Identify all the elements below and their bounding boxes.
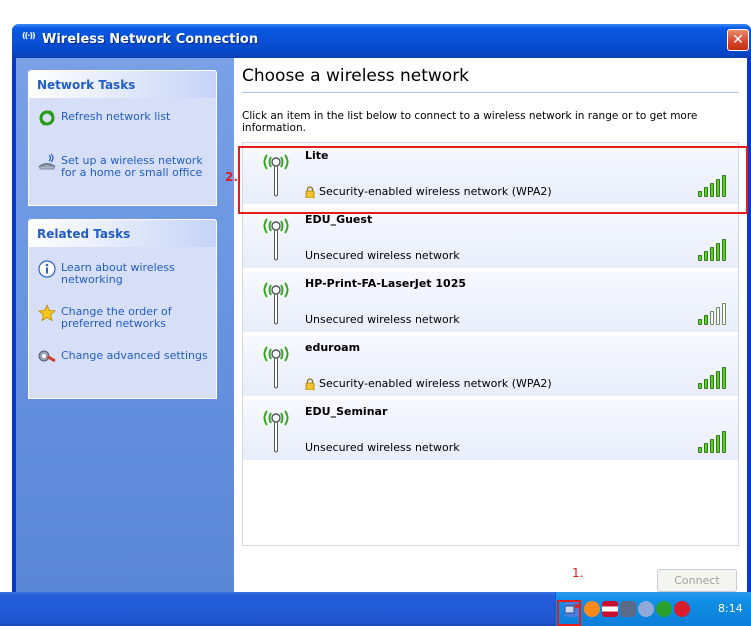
network-item[interactable]: HP-Print-FA-LaserJet 1025 Unsecured wirel… (243, 271, 738, 333)
signal-bar (722, 303, 726, 325)
security-tray-icon[interactable] (674, 601, 690, 617)
lock-icon (305, 375, 315, 391)
signal-bar (710, 375, 714, 389)
signal-bar (698, 447, 702, 453)
selected-network-highlight (238, 146, 748, 214)
wireless-network-icon (259, 213, 293, 263)
refresh-network-list-label: Refresh network list (61, 110, 171, 123)
step-1-annotation: 1. (572, 566, 584, 580)
setup-wireless-icon (37, 153, 57, 173)
network-ssid: EDU_Guest (305, 213, 373, 226)
signal-bar (698, 383, 702, 389)
signal-bar (710, 311, 714, 325)
system-tray: 8:14 (555, 592, 751, 626)
tray-icon-highlight (557, 600, 581, 626)
refresh-network-list-link[interactable]: Refresh network list (37, 109, 213, 141)
signal-bar (698, 319, 702, 325)
network-ssid: EDU_Seminar (305, 405, 388, 418)
signal-strength-icon (698, 303, 728, 325)
refresh-icon (37, 109, 57, 129)
network-tasks-panel: Network Tasks Refresh network list Set u… (28, 70, 217, 206)
settings-icon (37, 348, 57, 368)
related-tasks-header[interactable]: Related Tasks (29, 220, 216, 247)
network-security: Unsecured wireless network (305, 313, 460, 326)
avast-tray-icon[interactable] (584, 601, 600, 617)
clock[interactable]: 8:14 (718, 602, 743, 615)
close-icon: ✕ (732, 32, 744, 48)
network-item[interactable]: eduroam Security-enabled wireless networ… (243, 335, 738, 397)
related-tasks-panel: Related Tasks Learn about wireless netwo… (28, 219, 217, 399)
signal-strength-icon (698, 239, 728, 261)
signal-bar (716, 371, 720, 389)
window-title: Wireless Network Connection (42, 32, 259, 47)
network-tray-icon[interactable] (620, 601, 636, 617)
wireless-network-icon (259, 277, 293, 327)
title-bar[interactable]: ((·)) Wireless Network Connection ✕ (12, 24, 751, 58)
wireless-icon: ((·)) (22, 31, 36, 40)
network-security: Unsecured wireless network (305, 441, 460, 454)
signal-bar (722, 239, 726, 261)
screenshot: ((·)) Wireless Network Connection ✕ Netw… (0, 0, 751, 626)
signal-bar (704, 443, 708, 453)
task-pane: Network Tasks Refresh network list Set u… (16, 58, 234, 592)
wireless-network-window: ((·)) Wireless Network Connection ✕ Netw… (12, 24, 751, 592)
page-title: Choose a wireless network (242, 66, 470, 86)
signal-strength-icon (698, 431, 728, 453)
signal-bar (722, 367, 726, 389)
star-icon (37, 303, 57, 324)
setup-wireless-network-label: Set up a wireless network for a home or … (61, 154, 203, 179)
main-pane: Choose a wireless network Click an item … (234, 58, 747, 592)
learn-wireless-label: Learn about wireless networking (61, 261, 175, 286)
network-ssid: eduroam (305, 341, 361, 354)
close-button[interactable]: ✕ (727, 29, 749, 51)
update-tray-icon[interactable] (656, 601, 672, 617)
instructions-text: Click an item in the list below to conne… (242, 110, 698, 134)
window-client: Network Tasks Refresh network list Set u… (16, 58, 747, 592)
learn-wireless-link[interactable]: Learn about wireless networking (37, 260, 213, 292)
wireless-network-icon (259, 405, 293, 455)
signal-bar (722, 431, 726, 453)
signal-bar (704, 315, 708, 325)
signal-bar (704, 379, 708, 389)
signal-bar (704, 251, 708, 261)
network-security: Security-enabled wireless network (WPA2) (319, 377, 552, 390)
taskbar: 8:14 (0, 592, 751, 626)
network-security: Unsecured wireless network (305, 249, 460, 262)
signal-bar (698, 255, 702, 261)
sound-tray-icon[interactable] (638, 601, 654, 617)
change-order-link[interactable]: Change the order of preferred networks (37, 303, 213, 336)
network-item[interactable]: EDU_Guest Unsecured wireless network (243, 207, 738, 269)
signal-bar (716, 307, 720, 325)
network-item[interactable]: EDU_Seminar Unsecured wireless network (243, 399, 738, 461)
signal-bar (716, 435, 720, 453)
signal-strength-icon (698, 367, 728, 389)
change-advanced-settings-label: Change advanced settings (61, 349, 208, 362)
change-order-label: Change the order of preferred networks (61, 305, 172, 330)
network-tasks-header[interactable]: Network Tasks (29, 71, 216, 98)
step-2-annotation: 2. (225, 170, 238, 184)
change-advanced-settings-link[interactable]: Change advanced settings (37, 348, 213, 380)
wireless-network-icon (259, 341, 293, 391)
connect-button[interactable]: Connect (657, 569, 737, 592)
setup-wireless-network-link[interactable]: Set up a wireless network for a home or … (37, 153, 213, 185)
signal-bar (716, 243, 720, 261)
signal-bar (710, 247, 714, 261)
flag-tray-icon[interactable] (602, 601, 618, 617)
network-ssid: HP-Print-FA-LaserJet 1025 (305, 277, 467, 290)
info-icon (37, 260, 57, 280)
heading-divider (242, 92, 739, 93)
signal-bar (710, 439, 714, 453)
